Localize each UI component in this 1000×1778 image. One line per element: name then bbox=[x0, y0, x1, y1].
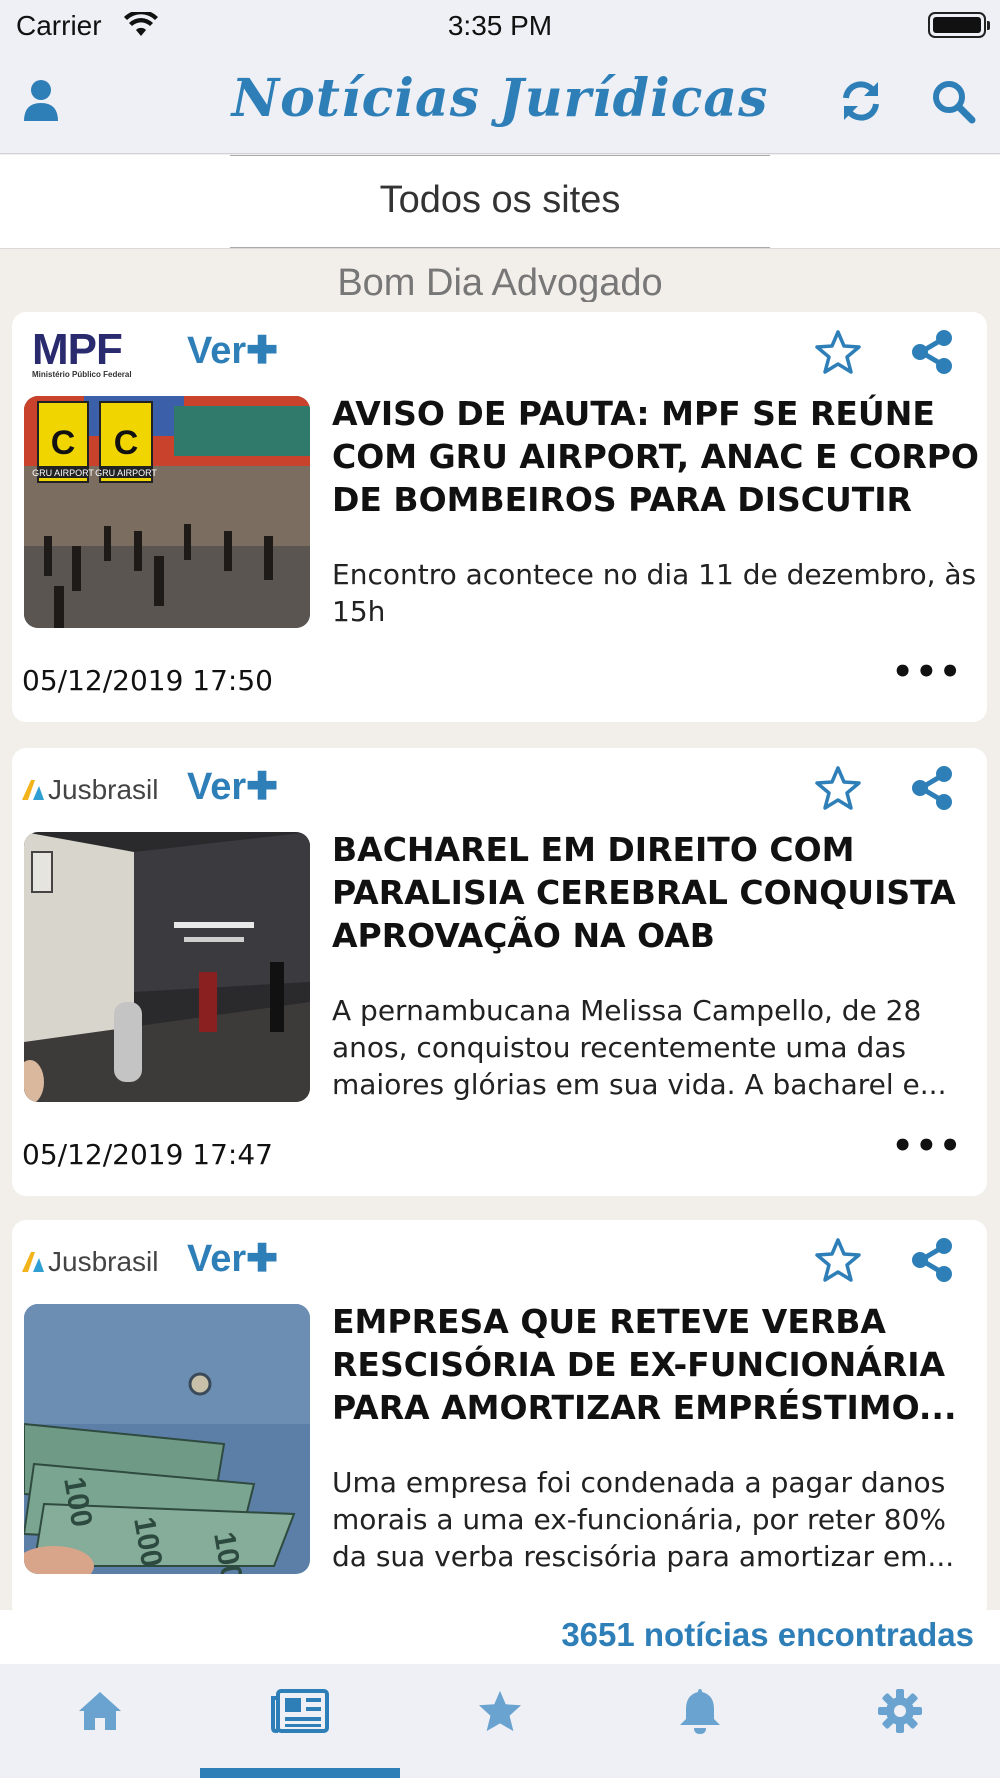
article-headline[interactable]: AVISO DE PAUTA: MPF SE REÚNE COM GRU AIR… bbox=[332, 392, 982, 524]
divider bbox=[230, 155, 770, 156]
article-thumbnail[interactable] bbox=[24, 832, 310, 1102]
favorite-star-icon[interactable] bbox=[810, 760, 866, 816]
more-options-icon[interactable]: ••• bbox=[892, 1126, 963, 1166]
tab-home[interactable] bbox=[0, 1664, 200, 1778]
favorite-star-icon[interactable] bbox=[810, 1232, 866, 1288]
article-thumbnail[interactable]: C C GRU AIRPORT GRU AIRPORT bbox=[24, 396, 310, 628]
more-options-icon[interactable]: ••• bbox=[892, 652, 963, 692]
promo-banner[interactable]: Bom Dia Advogado bbox=[0, 262, 1000, 302]
tab-favorites[interactable] bbox=[400, 1664, 600, 1778]
article-summary: Uma empresa foi condenada a pagar danos … bbox=[332, 1466, 955, 1573]
article-headline[interactable]: BACHAREL EM DIREITO COM PARALISIA CEREBR… bbox=[332, 828, 982, 957]
source-logo-mpf: MPF Ministério Público Federal bbox=[32, 324, 132, 379]
share-icon[interactable] bbox=[904, 324, 960, 380]
source-logo-jusbrasil: Jusbrasil bbox=[20, 760, 170, 820]
status-bar: Carrier 3:35 PM bbox=[0, 0, 1000, 50]
site-filter-label: Todos os sites bbox=[379, 179, 621, 221]
selected-tab-indicator bbox=[200, 1768, 400, 1778]
results-count-bar: 3651 notícias encontradas bbox=[0, 1610, 1000, 1664]
news-card[interactable]: MPF Ministério Público Federal Ver✚ C C … bbox=[12, 312, 987, 722]
bell-icon bbox=[678, 1687, 722, 1739]
article-headline[interactable]: EMPRESA QUE RETEVE VERBA RESCISÓRIA DE E… bbox=[332, 1300, 982, 1429]
source-logo-jusbrasil: Jusbrasil bbox=[20, 1232, 170, 1292]
tab-bar bbox=[0, 1664, 1000, 1778]
nav-bar: Notícias Jurídicas bbox=[0, 50, 1000, 154]
tab-notifications[interactable] bbox=[600, 1664, 800, 1778]
svg-text:GRU AIRPORT: GRU AIRPORT bbox=[95, 468, 157, 478]
star-icon bbox=[477, 1689, 523, 1737]
news-card[interactable]: Jusbrasil Ver✚ 100 100 100 EMPRESA QUE R… bbox=[12, 1220, 987, 1620]
news-card[interactable]: Jusbrasil Ver✚ BACHAREL EM DIREITO COM P… bbox=[12, 748, 987, 1196]
refresh-icon[interactable] bbox=[836, 76, 886, 126]
results-count: 3651 notícias encontradas bbox=[561, 1616, 974, 1653]
clock: 3:35 PM bbox=[447, 10, 553, 41]
newspaper-icon bbox=[270, 1688, 330, 1738]
article-thumbnail[interactable]: 100 100 100 bbox=[24, 1304, 310, 1574]
svg-text:C: C bbox=[114, 424, 139, 462]
ver-mais-button[interactable]: Ver✚ bbox=[187, 764, 278, 809]
divider bbox=[230, 247, 770, 248]
site-filter[interactable]: Todos os sites bbox=[0, 155, 1000, 249]
article-summary: A pernambucana Melissa Campello, de 28 a… bbox=[332, 994, 947, 1101]
ver-mais-button[interactable]: Ver✚ bbox=[187, 1236, 278, 1281]
battery-icon bbox=[928, 12, 990, 38]
tab-settings[interactable] bbox=[800, 1664, 1000, 1778]
svg-text:GRU AIRPORT: GRU AIRPORT bbox=[32, 468, 94, 478]
article-date: 05/12/2019 17:50 bbox=[22, 664, 273, 697]
home-icon bbox=[77, 1690, 123, 1736]
svg-text:C: C bbox=[51, 424, 76, 462]
search-icon[interactable] bbox=[928, 76, 978, 126]
share-icon[interactable] bbox=[904, 760, 960, 816]
share-icon[interactable] bbox=[904, 1232, 960, 1288]
article-date: 05/12/2019 17:47 bbox=[22, 1138, 273, 1171]
ver-mais-button[interactable]: Ver✚ bbox=[187, 328, 278, 373]
favorite-star-icon[interactable] bbox=[810, 324, 866, 380]
article-summary: Encontro acontece no dia 11 de dezembro,… bbox=[332, 558, 977, 628]
gear-icon bbox=[877, 1688, 923, 1738]
tab-news[interactable] bbox=[200, 1664, 400, 1778]
